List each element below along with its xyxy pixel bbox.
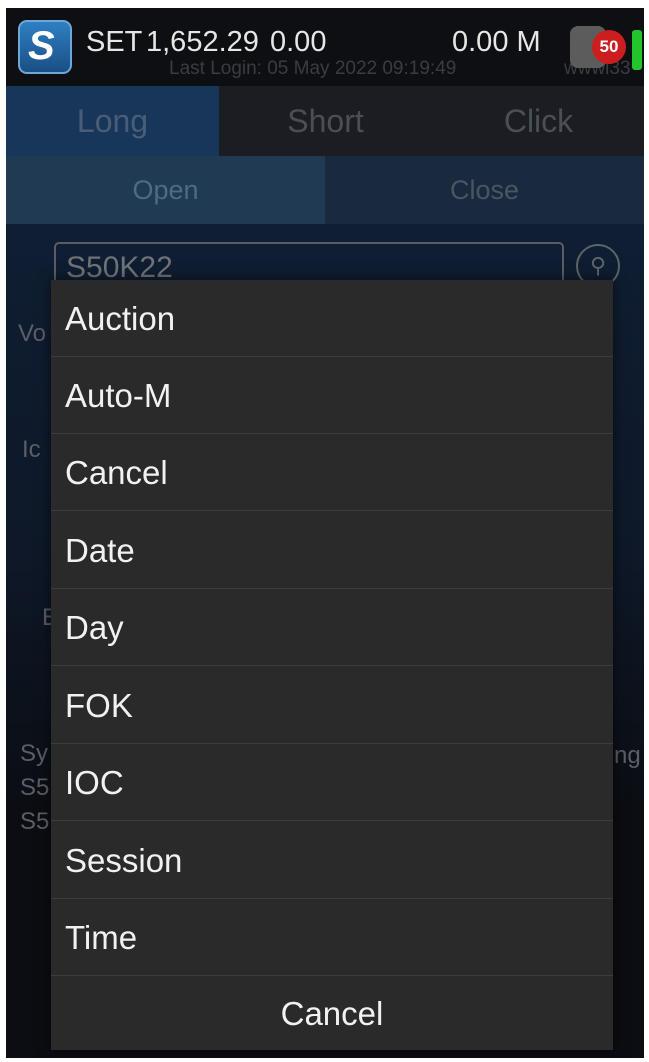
symbol-row-1: S5 bbox=[20, 774, 50, 801]
tab-long[interactable]: Long bbox=[6, 86, 219, 156]
option-time[interactable]: Time bbox=[51, 899, 613, 976]
dialog-cancel-button[interactable]: Cancel bbox=[51, 977, 613, 1050]
row-label: Ic bbox=[22, 436, 41, 463]
column-header: ng bbox=[614, 742, 641, 769]
symbol-header: Sy bbox=[20, 740, 49, 767]
tab-short[interactable]: Short bbox=[219, 86, 432, 156]
symbol-row-2: S5 bbox=[20, 808, 50, 835]
index-change: 0.00 bbox=[270, 26, 327, 58]
tab-close[interactable]: Close bbox=[325, 156, 644, 224]
option-cancel[interactable]: Cancel bbox=[51, 434, 613, 511]
option-auto-m[interactable]: Auto-M bbox=[51, 357, 613, 434]
sub-tabs: Open Close bbox=[6, 156, 644, 224]
option-day[interactable]: Day bbox=[51, 589, 613, 666]
index-value: 1,652.29 bbox=[146, 26, 259, 58]
status-bar: S SET 1,652.29 0.00 0.00 M Last Login: 0… bbox=[6, 8, 644, 86]
index-name: SET bbox=[86, 26, 143, 58]
volume-label: Vo bbox=[18, 320, 47, 347]
option-auction[interactable]: Auction bbox=[51, 280, 613, 357]
battery-icon bbox=[632, 30, 642, 70]
index-volume: 0.00 M bbox=[452, 26, 541, 58]
option-session[interactable]: Session bbox=[51, 822, 613, 899]
tab-open[interactable]: Open bbox=[6, 156, 325, 224]
app-screen: S SET 1,652.29 0.00 0.00 M Last Login: 0… bbox=[6, 8, 644, 1058]
app-logo-icon: S bbox=[18, 20, 72, 74]
option-date[interactable]: Date bbox=[51, 512, 613, 589]
main-tabs: Long Short Click bbox=[6, 86, 644, 156]
option-fok[interactable]: FOK bbox=[51, 667, 613, 744]
tab-click[interactable]: Click bbox=[432, 86, 644, 156]
validity-options-dialog: Auction Auto-M Cancel Date Day FOK IOC S… bbox=[51, 280, 613, 1050]
last-login: Last Login: 05 May 2022 09:19:49 bbox=[169, 58, 457, 79]
option-ioc[interactable]: IOC bbox=[51, 744, 613, 821]
notification-badge[interactable]: 50 bbox=[592, 30, 626, 64]
